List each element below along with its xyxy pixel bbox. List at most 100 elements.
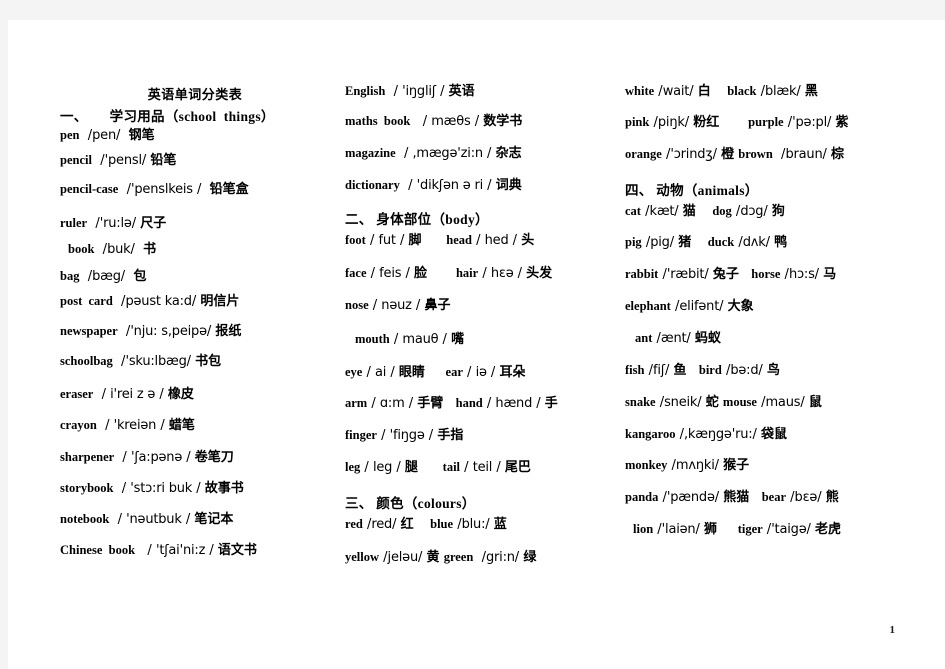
vocabulary-entry: lion /'laiən/ 狮 tiger /'taigə/ 老虎 — [633, 522, 841, 537]
entry-phonetic: hɛə — [490, 266, 514, 281]
entry-phonetic: ɑ:m — [379, 396, 405, 411]
entry-word: eye — [345, 365, 363, 379]
entry-word: yellow — [345, 550, 380, 564]
entry-translation: 蚂蚁 — [694, 331, 721, 346]
vocabulary-entry: post card /pəust ka:d/ 明信片 — [60, 294, 239, 309]
entry-separator: / — [379, 550, 388, 565]
entry-separator: / — [786, 490, 795, 505]
vocabulary-entry: orange /'ɔrindʒ/ 橙 brown /braun/ 棕 — [625, 147, 844, 162]
entry-separator: / — [79, 128, 93, 143]
column-right: white /wait/ 白 black /blæk/ 黑 pink /piŋk/… — [625, 20, 925, 669]
entry-separator: / — [658, 267, 667, 282]
vocabulary-entry: English / 'iŋgliʃ / 英语 — [345, 84, 475, 99]
entry-separator: / — [674, 204, 683, 219]
entry-separator: / — [118, 182, 131, 197]
entry-translation: 鸭 — [774, 235, 788, 250]
entry-phonetic: gri:n — [485, 550, 515, 565]
entry-separator: / — [453, 517, 462, 532]
entry-separator: / — [758, 363, 767, 378]
entry-translation: 明信片 — [200, 294, 240, 309]
entry-translation: 耳朵 — [499, 365, 526, 380]
entry-separator: / — [399, 178, 417, 193]
entry-phonetic: pen — [92, 128, 116, 143]
entry-word: bag — [60, 269, 80, 283]
section-heading: 一、 学习用品（school things） — [60, 109, 275, 124]
vocabulary-entry: dictionary / 'dikʃən ə ri / 词典 — [345, 178, 522, 193]
entry-separator: / — [114, 450, 131, 465]
entry-word: book — [68, 242, 95, 256]
entry-translation: 棕 — [831, 147, 845, 162]
entry-gap — [414, 517, 431, 532]
entry-word: foot — [345, 233, 366, 247]
entry-phonetic: pig — [650, 235, 670, 250]
entry-word: maths book — [345, 114, 411, 128]
entry-separator: / — [783, 115, 793, 130]
entry-translation: 鼠 — [808, 395, 822, 410]
entry-separator: / — [689, 84, 698, 99]
column-left: 英语单词分类表 一、 学习用品（school things） pen /pen/ 钢… — [60, 20, 345, 669]
entry-separator: / — [392, 517, 401, 532]
entry-translation: 卷笔刀 — [194, 450, 234, 465]
entry-translation: 紫 — [835, 115, 849, 130]
entry-word: crayon — [60, 418, 97, 432]
entry-translation: 手指 — [437, 428, 464, 443]
entry-phonetic: red — [371, 517, 393, 532]
entry-separator: / — [482, 146, 496, 161]
entry-word: purple — [748, 115, 784, 129]
entry-translation: 头发 — [526, 266, 553, 281]
entry-translation: 熊 — [825, 490, 839, 505]
entry-translation: 鼻子 — [424, 298, 451, 313]
vocabulary-entry: crayon / 'kreiən / 蜡笔 — [60, 418, 195, 433]
entry-gap — [696, 204, 713, 219]
section-heading: 四、 动物（animals） — [625, 183, 759, 198]
vocabulary-entry: newspaper /'nju: s,peipə/ 报纸 — [60, 324, 241, 339]
entry-gap — [421, 233, 446, 248]
page-number: 1 — [889, 624, 896, 636]
entry-word: newspaper — [60, 324, 118, 338]
entry-separator: / — [806, 522, 816, 537]
vocabulary-entry: maths book / mæθs / 数学书 — [345, 114, 522, 129]
entry-separator: / — [644, 363, 653, 378]
entry-word: white — [625, 84, 655, 98]
entry-translation: 橡皮 — [167, 387, 194, 402]
entry-word: elephant — [625, 299, 671, 313]
entry-phonetic: fut — [378, 233, 396, 248]
entry-phonetic: bə:d — [730, 363, 759, 378]
entry-word: black — [727, 84, 757, 98]
entry-separator: / — [131, 216, 141, 231]
entry-phonetic: 'pə:pl — [792, 115, 827, 130]
entry-separator: / — [532, 396, 545, 411]
entry-separator: / — [130, 242, 144, 257]
entry-phonetic: fiʃ — [652, 363, 665, 378]
entry-separator: / — [368, 298, 382, 313]
entry-separator: / — [684, 115, 694, 130]
entry-word: finger — [345, 428, 377, 442]
entry-separator: / — [756, 84, 765, 99]
entry-phonetic: mæθs — [431, 114, 471, 129]
entry-word: hand — [455, 396, 483, 410]
entry-phonetic: hɔ:s — [788, 267, 815, 282]
vocabulary-entry: face / feis / 脸 hair / hɛə / 头发 — [345, 266, 552, 281]
entry-translation: 橙 — [721, 147, 735, 162]
entry-translation: 马 — [823, 267, 837, 282]
entry-phonetic: 'stɔ:ri buk — [130, 481, 193, 496]
entry-separator: / — [96, 418, 114, 433]
vocabulary-entry: pen /pen/ 钢笔 — [60, 128, 155, 143]
vocabulary-entry: pink /piŋk/ 粉红 purple /'pə:pl/ 紫 — [625, 115, 849, 130]
entry-word: magazine — [345, 146, 396, 160]
entry-word: tail — [442, 460, 461, 474]
entry-word: pencil — [60, 153, 92, 167]
vocabulary-entry: ruler /'ru:lə/ 尺子 — [60, 216, 166, 231]
vocabulary-entry: foot / fut / 脚 head / hed / 头 — [345, 233, 534, 248]
entry-word: mouse — [722, 395, 757, 409]
entry-phonetic: bɛə — [794, 490, 818, 505]
entry-translation: 腿 — [404, 460, 418, 475]
entry-translation: 英语 — [448, 84, 475, 99]
entry-phonetic: ai — [375, 365, 387, 380]
entry-separator: / — [156, 418, 169, 433]
entry-separator: / — [763, 204, 772, 219]
entry-separator: / — [401, 266, 414, 281]
entry-separator: / — [653, 522, 662, 537]
entry-gap — [719, 115, 748, 130]
entry-gap — [717, 522, 738, 537]
